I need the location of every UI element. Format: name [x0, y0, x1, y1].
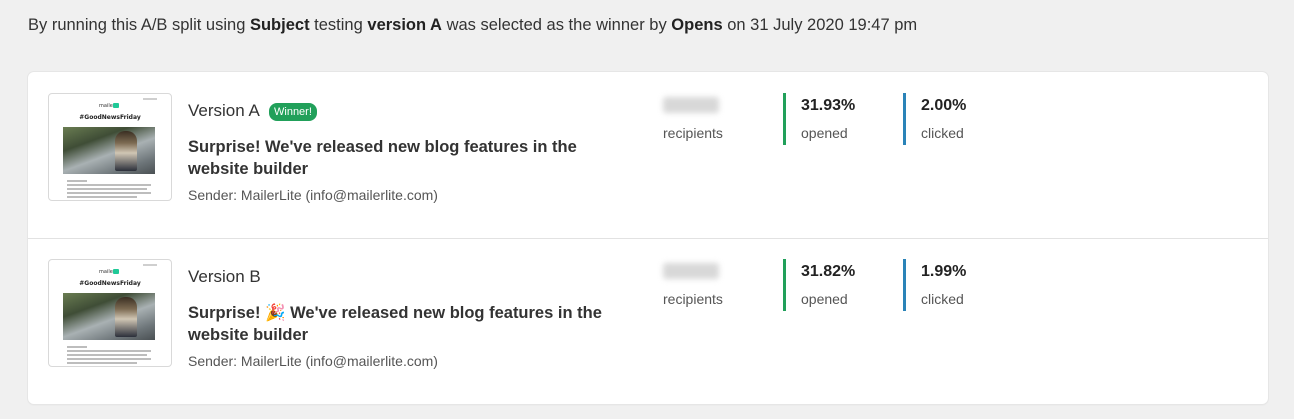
version-row-b: mailer #GoodNewsFriday Version B Surpris…: [28, 238, 1268, 405]
clicked-rate: 1.99%: [921, 263, 967, 280]
summary-text-1: By running this A/B split using: [28, 16, 246, 34]
opened-label: opened: [801, 125, 848, 141]
email-subject: Surprise! 🎉 We've released new blog feat…: [188, 304, 602, 344]
preview-link-line: [143, 264, 157, 266]
thumbnail-text-line: [67, 184, 151, 186]
thumbnail-text-line: [67, 362, 137, 364]
recipients-count-blurred: [663, 97, 719, 113]
clicked-label: clicked: [921, 125, 964, 141]
version-row-a: mailer #GoodNewsFriday Version A Winner!…: [28, 72, 1268, 238]
version-title: Version A: [188, 101, 260, 120]
email-sender: Sender: MailerLite (info@mailerlite.com): [188, 187, 438, 203]
opened-rate: 31.93%: [801, 97, 856, 114]
recipients-count-blurred: [663, 263, 719, 279]
thumbnail-text-line: [67, 358, 151, 360]
summary-text-2: testing: [314, 16, 363, 34]
recipients-label: recipients: [663, 291, 723, 307]
logo-badge-icon: [113, 269, 119, 274]
thumbnail-photo: [63, 127, 155, 174]
thumbnail-text-line: [67, 188, 147, 190]
summary-version: version A: [367, 16, 442, 34]
logo-badge-icon: [113, 103, 119, 108]
email-sender: Sender: MailerLite (info@mailerlite.com): [188, 353, 438, 369]
thumbnail-photo: [63, 293, 155, 340]
versions-card: mailer #GoodNewsFriday Version A Winner!…: [28, 72, 1268, 404]
thumbnail-text-line: [67, 350, 151, 352]
thumbnail-text-line: [67, 354, 147, 356]
thumbnail-text-line: [67, 192, 151, 194]
summary-criteria: Subject: [249, 16, 310, 34]
clicked-bar: [903, 259, 906, 311]
opened-label: opened: [801, 291, 848, 307]
thumbnail-text-line: [67, 346, 87, 348]
email-preview-thumbnail[interactable]: mailer #GoodNewsFriday: [48, 259, 172, 367]
email-preview-thumbnail[interactable]: mailer #GoodNewsFriday: [48, 93, 172, 201]
thumbnail-hashtag: #GoodNewsFriday: [79, 280, 141, 287]
preview-link-line: [143, 98, 157, 100]
version-title: Version B: [188, 267, 261, 286]
clicked-rate: 2.00%: [921, 97, 967, 114]
ab-test-summary: By running this A/B split using Subject …: [28, 16, 917, 35]
thumbnail-hashtag: #GoodNewsFriday: [79, 114, 141, 121]
winner-badge: Winner!: [269, 103, 317, 121]
opened-bar: [783, 259, 786, 311]
summary-text-4: on 31 July 2020 19:47 pm: [727, 16, 918, 34]
summary-text-3: was selected as the winner by: [446, 16, 667, 34]
thumbnail-text-line: [67, 196, 137, 198]
email-subject: Surprise! We've released new blog featur…: [188, 138, 577, 178]
opened-bar: [783, 93, 786, 145]
clicked-bar: [903, 93, 906, 145]
recipients-label: recipients: [663, 125, 723, 141]
summary-metric: Opens: [671, 16, 723, 34]
clicked-label: clicked: [921, 291, 964, 307]
thumbnail-text-line: [67, 180, 87, 182]
opened-rate: 31.82%: [801, 263, 856, 280]
